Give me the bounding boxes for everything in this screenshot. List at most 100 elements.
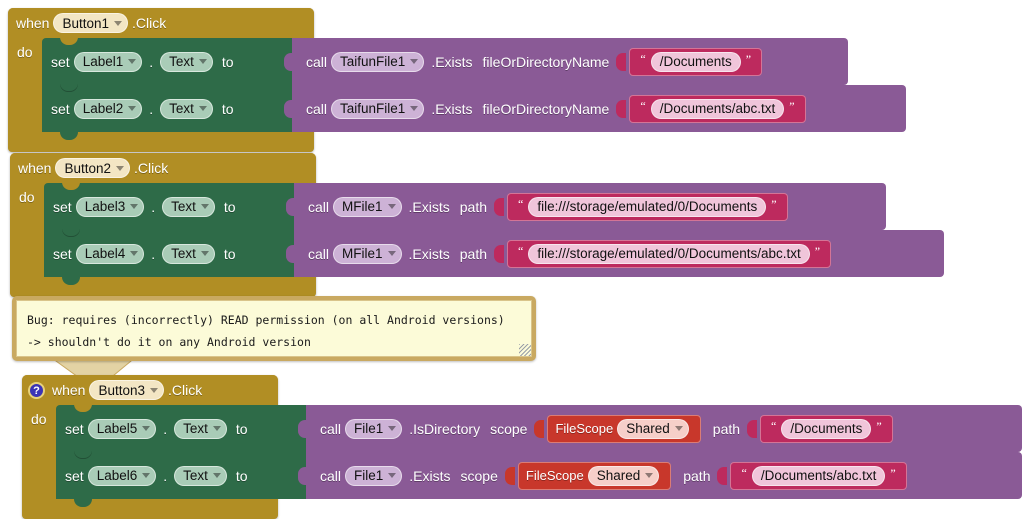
component-dropdown-taifunfile1[interactable]: TaifunFile1 bbox=[331, 51, 425, 72]
component-dropdown-button2[interactable]: Button2 bbox=[55, 158, 131, 178]
event-name-label: .Click bbox=[134, 160, 169, 176]
text-value: /Documents bbox=[659, 54, 732, 69]
property-dropdown-text[interactable]: Text bbox=[174, 465, 227, 486]
statement-row[interactable]: set Label3 . Text to call MFile1 .Exists… bbox=[44, 182, 944, 230]
method-name-label: .Exists bbox=[409, 467, 451, 484]
block-notch bbox=[60, 84, 78, 92]
comment-resize-handle[interactable] bbox=[519, 344, 531, 356]
chevron-down-icon bbox=[114, 20, 123, 26]
comment-text-area[interactable]: Bug: requires (incorrectly) READ permiss… bbox=[16, 300, 532, 357]
set-statement-label3[interactable]: set Label3 . Text to bbox=[44, 182, 296, 230]
component-dropdown-file1-label: File1 bbox=[354, 468, 384, 483]
arg-socket bbox=[494, 197, 505, 216]
property-separator: . bbox=[149, 53, 154, 70]
component-dropdown-file1[interactable]: File1 bbox=[345, 418, 403, 439]
component-dropdown-taifunfile1[interactable]: TaifunFile1 bbox=[331, 98, 425, 119]
component-dropdown-label5[interactable]: Label5 bbox=[87, 418, 157, 439]
text-value-field[interactable]: /Documents bbox=[781, 418, 872, 439]
text-block[interactable]: “ /Documents/abc.txt ” bbox=[629, 94, 806, 123]
text-value-field[interactable]: /Documents/abc.txt bbox=[751, 465, 886, 486]
component-dropdown-taifunfile1-label: TaifunFile1 bbox=[340, 54, 406, 69]
component-dropdown-label1[interactable]: Label1 bbox=[73, 51, 143, 72]
component-dropdown-label2-text: Label2 bbox=[82, 101, 124, 116]
component-dropdown-button3[interactable]: Button3 bbox=[89, 380, 165, 400]
property-separator: . bbox=[151, 245, 156, 262]
helper-value-dropdown[interactable]: Shared bbox=[587, 465, 660, 486]
chevron-down-icon bbox=[388, 473, 397, 478]
arg-name-path: path bbox=[683, 467, 711, 484]
chevron-down-icon bbox=[150, 387, 159, 393]
set-statement-label2[interactable]: set Label2 . Text to bbox=[42, 84, 294, 132]
event-header-button3[interactable]: when Button3 .Click bbox=[22, 375, 278, 405]
statement-row[interactable]: set Label2 . Text to call TaifunFile1 .E… bbox=[42, 84, 906, 140]
open-quote-glyph: “ bbox=[771, 418, 777, 433]
statement-stack-button2: set Label3 . Text to call MFile1 .Exists… bbox=[44, 182, 944, 285]
component-dropdown-mfile1[interactable]: MFile1 bbox=[333, 243, 402, 264]
component-dropdown-label6[interactable]: Label6 bbox=[87, 465, 157, 486]
component-dropdown-label3-text: Label3 bbox=[84, 199, 126, 214]
component-dropdown-mfile1[interactable]: MFile1 bbox=[333, 196, 402, 217]
helper-value-dropdown[interactable]: Shared bbox=[617, 418, 689, 439]
call-block-file1-isdirectory[interactable]: call File1 .IsDirectory scope FileScope … bbox=[306, 405, 1022, 452]
property-dropdown-text[interactable]: Text bbox=[162, 243, 215, 264]
component-dropdown-button1[interactable]: Button1 bbox=[53, 13, 129, 33]
to-keyword: to bbox=[235, 467, 248, 484]
call-block-mfile1-exists[interactable]: call MFile1 .Exists path “ file:///stora… bbox=[294, 230, 944, 277]
text-value-field[interactable]: /Documents bbox=[650, 51, 741, 72]
property-dropdown-text-label: Text bbox=[169, 101, 194, 116]
set-statement-label4[interactable]: set Label4 . Text to bbox=[44, 229, 296, 277]
text-block[interactable]: “ file:///storage/emulated/0/Documents ” bbox=[507, 192, 788, 221]
statement-row[interactable]: set Label5 . Text to call File1 .IsDirec… bbox=[56, 404, 1022, 452]
text-block[interactable]: “ file:///storage/emulated/0/Documents/a… bbox=[507, 239, 832, 268]
chevron-down-icon bbox=[387, 204, 396, 209]
property-dropdown-text[interactable]: Text bbox=[160, 51, 213, 72]
text-value-field[interactable]: file:///storage/emulated/0/Documents bbox=[528, 196, 767, 217]
chevron-down-icon bbox=[200, 204, 209, 209]
event-header-button2[interactable]: when Button2 .Click bbox=[10, 153, 316, 183]
help-icon[interactable]: ? bbox=[28, 382, 45, 399]
when-keyword: when bbox=[18, 160, 52, 176]
statement-row[interactable]: set Label4 . Text to call MFile1 .Exists… bbox=[44, 229, 944, 285]
call-keyword: call bbox=[308, 198, 330, 215]
component-dropdown-label5-text: Label5 bbox=[96, 421, 138, 436]
text-block[interactable]: “ /Documents/abc.txt ” bbox=[730, 461, 907, 490]
event-block-button3-click[interactable]: ? when Button3 .Click do set Label5 . Te… bbox=[22, 375, 1022, 519]
call-keyword: call bbox=[320, 467, 342, 484]
component-dropdown-label2[interactable]: Label2 bbox=[73, 98, 143, 119]
property-dropdown-text-label: Text bbox=[171, 246, 196, 261]
comment-bubble[interactable]: Bug: requires (incorrectly) READ permiss… bbox=[12, 296, 536, 361]
component-dropdown-label3[interactable]: Label3 bbox=[75, 196, 145, 217]
statement-row[interactable]: set Label6 . Text to call File1 .Exists … bbox=[56, 451, 1022, 507]
call-block-file1-exists[interactable]: call File1 .Exists scope FileScope Share… bbox=[306, 452, 1022, 499]
event-block-button1-click[interactable]: when Button1 .Click do set Label1 . Text… bbox=[8, 8, 906, 152]
chevron-down-icon bbox=[116, 165, 125, 171]
event-header-button1[interactable]: when Button1 .Click bbox=[8, 8, 314, 38]
set-statement-label6[interactable]: set Label6 . Text to bbox=[56, 451, 308, 499]
set-statement-label1[interactable]: set Label1 . Text to bbox=[42, 37, 294, 85]
text-block[interactable]: “ /Documents ” bbox=[629, 47, 763, 76]
component-dropdown-label1-text: Label1 bbox=[82, 54, 124, 69]
set-statement-label5[interactable]: set Label5 . Text to bbox=[56, 404, 308, 452]
call-block-taifunfile1-exists[interactable]: call TaifunFile1 .Exists fileOrDirectory… bbox=[292, 38, 848, 85]
block-notch bbox=[62, 182, 80, 190]
statement-row[interactable]: set Label1 . Text to call TaifunFile1 .E… bbox=[42, 37, 906, 85]
chevron-down-icon bbox=[200, 251, 209, 256]
text-value-field[interactable]: file:///storage/emulated/0/Documents/abc… bbox=[528, 243, 810, 264]
helper-block-filescope[interactable]: FileScope Shared bbox=[547, 414, 701, 443]
helper-name-label: FileScope bbox=[555, 421, 614, 436]
event-block-button2-click[interactable]: when Button2 .Click do set Label3 . Text… bbox=[10, 153, 944, 297]
text-value-field[interactable]: /Documents/abc.txt bbox=[650, 98, 785, 119]
method-name-label: .IsDirectory bbox=[409, 420, 481, 437]
set-keyword: set bbox=[53, 198, 72, 215]
helper-block-filescope[interactable]: FileScope Shared bbox=[517, 461, 672, 490]
property-dropdown-text[interactable]: Text bbox=[174, 418, 227, 439]
property-dropdown-text[interactable]: Text bbox=[162, 196, 215, 217]
component-dropdown-file1[interactable]: File1 bbox=[345, 465, 403, 486]
call-block-mfile1-exists[interactable]: call MFile1 .Exists path “ file:///stora… bbox=[294, 183, 886, 230]
property-dropdown-text[interactable]: Text bbox=[160, 98, 213, 119]
property-dropdown-text-label: Text bbox=[169, 54, 194, 69]
close-quote-glyph: ” bbox=[814, 243, 821, 258]
text-block[interactable]: “ /Documents ” bbox=[760, 414, 893, 443]
component-dropdown-label4[interactable]: Label4 bbox=[75, 243, 145, 264]
call-block-taifunfile1-exists[interactable]: call TaifunFile1 .Exists fileOrDirectory… bbox=[292, 85, 906, 132]
